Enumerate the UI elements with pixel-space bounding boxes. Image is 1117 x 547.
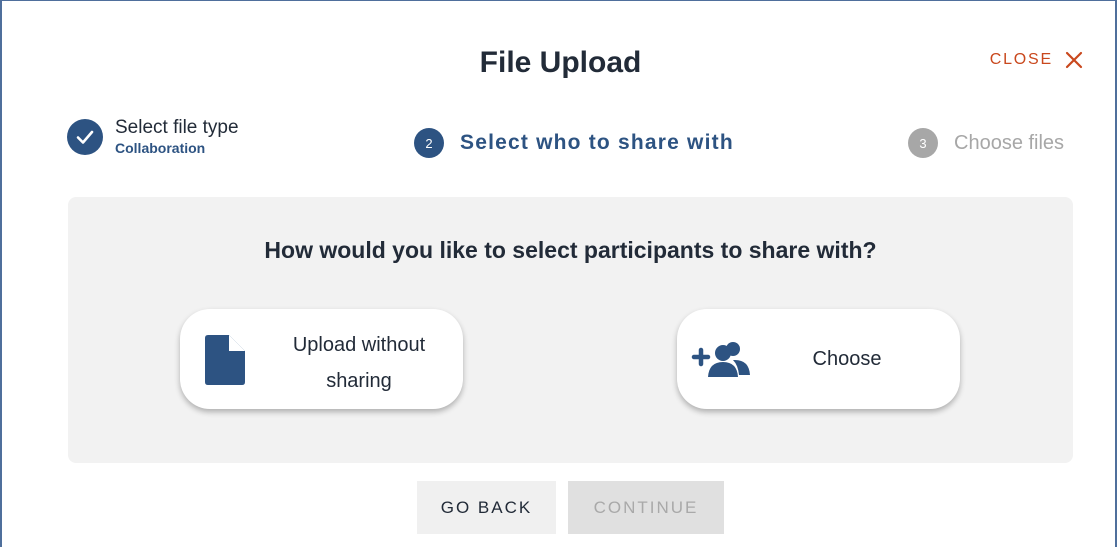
step-select-who-to-share-with: 2 Select who to share with [414, 128, 734, 158]
close-label: CLOSE [989, 51, 1053, 68]
upload-without-sharing-button[interactable]: Upload without sharing [180, 309, 463, 409]
step-label: Choose files [954, 131, 1065, 154]
check-icon [67, 119, 103, 155]
step-label: Select who to share with [460, 131, 734, 154]
share-options-panel: How would you like to select participant… [68, 197, 1073, 463]
option-label-line1: Upload without [292, 334, 426, 356]
close-button[interactable]: CLOSE [990, 51, 1083, 69]
dialog-title: File Upload [479, 46, 642, 79]
file-upload-dialog: File Upload CLOSE Select file type Colla… [0, 0, 1117, 547]
step-sublabel: Collaboration [115, 140, 206, 156]
step-number-badge: 2 [414, 128, 444, 158]
continue-button[interactable]: CONTINUE [568, 481, 724, 534]
close-icon [1065, 51, 1083, 69]
step-select-file-type[interactable]: Select file type Collaboration [67, 117, 239, 157]
option-label: Upload without sharing [264, 327, 454, 399]
choose-participants-button[interactable]: Choose [677, 309, 960, 409]
go-back-button[interactable]: GO BACK [417, 481, 556, 534]
option-label-line2: sharing [326, 370, 392, 392]
step-label: Select file type [115, 117, 239, 138]
option-label: Choose [812, 348, 882, 370]
step-number-badge: 3 [908, 128, 938, 158]
add-group-icon [691, 342, 750, 377]
panel-question: How would you like to select participant… [264, 237, 877, 263]
file-icon [205, 335, 245, 385]
step-choose-files: 3 Choose files [908, 128, 1064, 158]
